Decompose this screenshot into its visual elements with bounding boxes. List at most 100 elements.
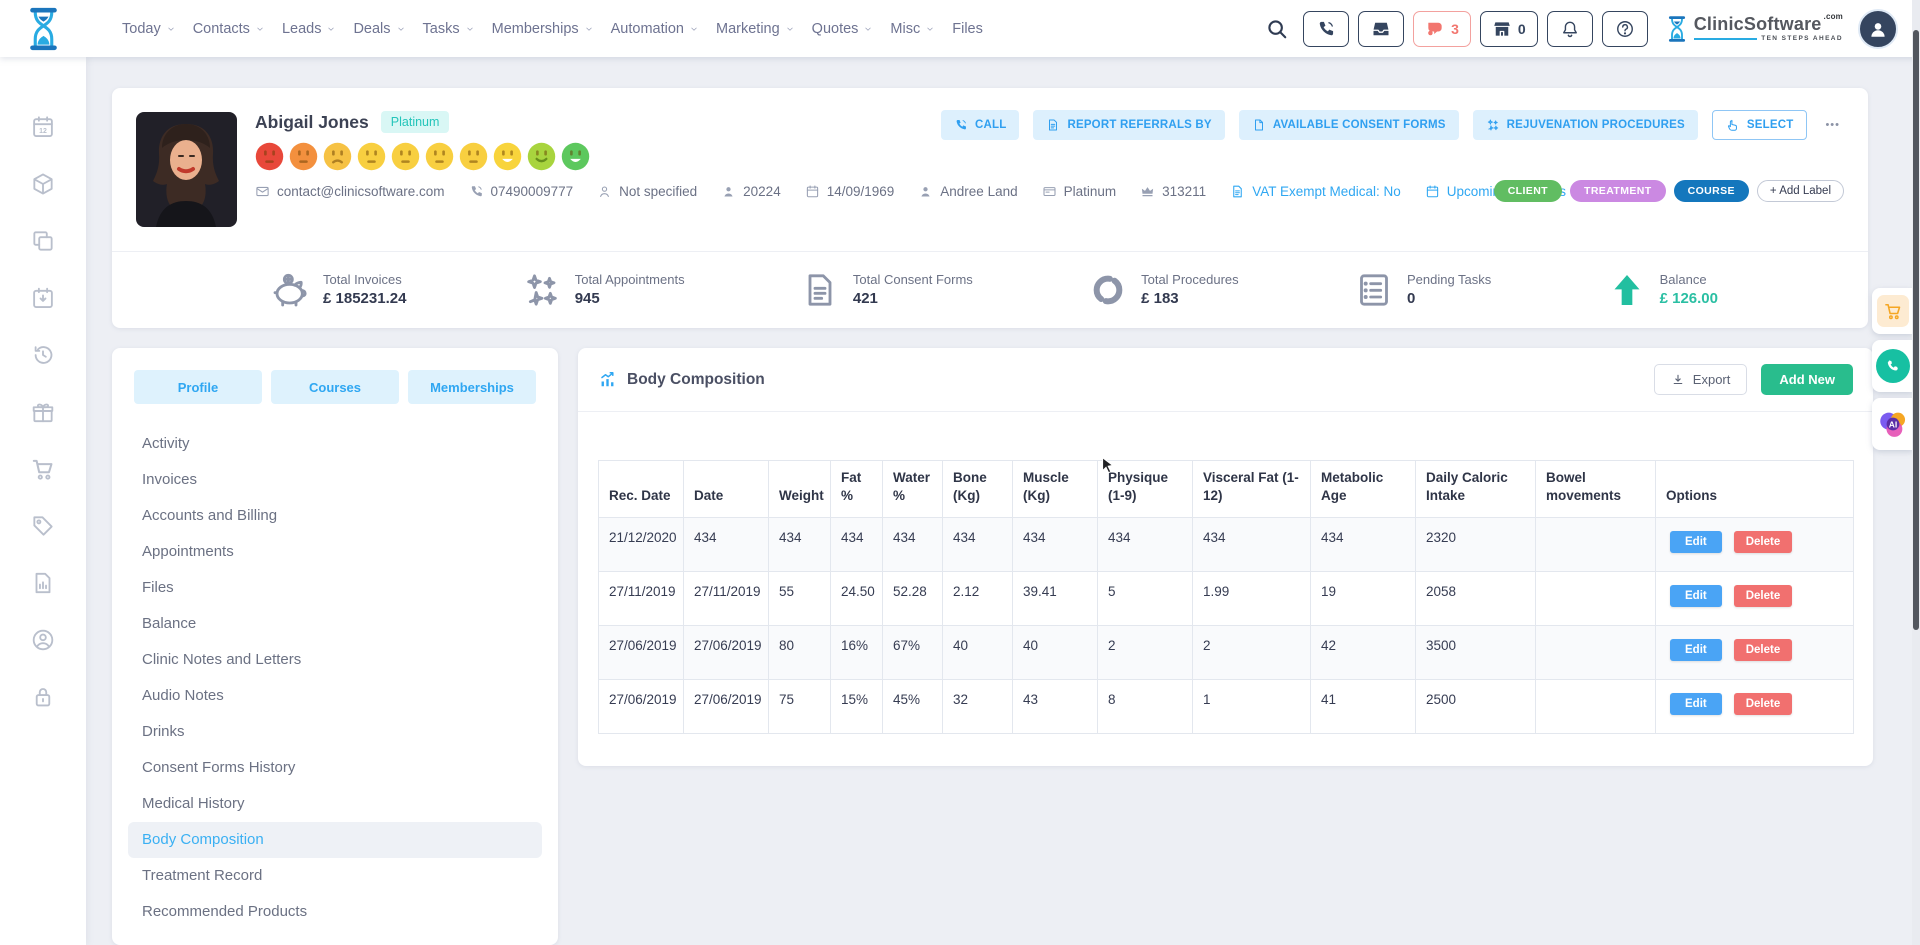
help-button[interactable] bbox=[1602, 11, 1648, 47]
chat-button[interactable]: 3 bbox=[1413, 11, 1471, 47]
select-button[interactable]: SELECT bbox=[1712, 110, 1808, 140]
sidebar-copy-icon[interactable] bbox=[30, 228, 56, 254]
search-icon[interactable] bbox=[1266, 18, 1288, 40]
delete-button[interactable]: Delete bbox=[1734, 693, 1793, 715]
tab-memberships[interactable]: Memberships bbox=[408, 370, 536, 404]
nav-item-misc[interactable]: Misc bbox=[888, 17, 937, 41]
table-cell-options: Edit Delete bbox=[1656, 626, 1854, 680]
menu-item-appointments[interactable]: Appointments bbox=[128, 534, 542, 570]
mood-face-6[interactable] bbox=[425, 142, 454, 171]
delete-button[interactable]: Delete bbox=[1734, 639, 1793, 661]
bell-button[interactable] bbox=[1547, 11, 1593, 47]
menu-item-invoices[interactable]: Invoices bbox=[128, 462, 542, 498]
sidebar-history-icon[interactable] bbox=[30, 342, 56, 368]
edit-button[interactable]: Edit bbox=[1670, 585, 1722, 607]
nav-item-label: Tasks bbox=[423, 21, 460, 37]
menu-item-clinic-notes-and-letters[interactable]: Clinic Notes and Letters bbox=[128, 642, 542, 678]
delete-button[interactable]: Delete bbox=[1734, 531, 1793, 553]
sidebar-gift-icon[interactable] bbox=[30, 399, 56, 425]
delete-button[interactable]: Delete bbox=[1734, 585, 1793, 607]
scrollbar-thumb[interactable] bbox=[1913, 30, 1919, 630]
mood-face-4[interactable] bbox=[357, 142, 386, 171]
shop-button[interactable]: 0 bbox=[1480, 11, 1538, 47]
contact-07490009777[interactable]: 07490009777 bbox=[469, 184, 574, 199]
tab-courses[interactable]: Courses bbox=[271, 370, 399, 404]
table-cell: 21/12/2020 bbox=[599, 518, 684, 572]
app-logo[interactable] bbox=[0, 0, 86, 57]
nav-item-label: Files bbox=[952, 21, 983, 37]
menu-item-files[interactable]: Files bbox=[128, 570, 542, 606]
sidebar-tag-icon[interactable] bbox=[30, 513, 56, 539]
nav-item-label: Automation bbox=[611, 21, 684, 37]
menu-item-activity[interactable]: Activity bbox=[128, 426, 542, 462]
nav-item-label: Today bbox=[122, 21, 161, 37]
nav-item-marketing[interactable]: Marketing bbox=[714, 17, 797, 41]
mood-face-3[interactable] bbox=[323, 142, 352, 171]
menu-item-treatment-record[interactable]: Treatment Record bbox=[128, 858, 542, 894]
contact-contact-clinicsoftware-com[interactable]: contact@clinicsoftware.com bbox=[255, 184, 445, 199]
menu-item-accounts-and-billing[interactable]: Accounts and Billing bbox=[128, 498, 542, 534]
mood-face-9[interactable] bbox=[527, 142, 556, 171]
sidebar-calendar-12-icon[interactable]: 12 bbox=[30, 114, 56, 140]
export-button[interactable]: Export bbox=[1654, 364, 1748, 395]
nav-item-leads[interactable]: Leads bbox=[280, 17, 339, 41]
menu-item-audio-notes[interactable]: Audio Notes bbox=[128, 678, 542, 714]
menu-item-drinks[interactable]: Drinks bbox=[128, 714, 542, 750]
add-new-button[interactable]: Add New bbox=[1761, 364, 1853, 395]
column-header-bowel-movements: Bowel movements bbox=[1536, 461, 1656, 518]
sidebar-calendar-import-icon[interactable] bbox=[30, 285, 56, 311]
available-consent-forms-button[interactable]: AVAILABLE CONSENT FORMS bbox=[1239, 110, 1459, 140]
sidebar-report-icon[interactable] bbox=[30, 570, 56, 596]
nav-item-tasks[interactable]: Tasks bbox=[421, 17, 477, 41]
column-header-daily-caloric-intake: Daily Caloric Intake bbox=[1416, 461, 1536, 518]
report-referrals-by-button[interactable]: REPORT REFERRALS BY bbox=[1033, 110, 1224, 140]
mood-face-10[interactable] bbox=[561, 142, 590, 171]
mood-face-8[interactable] bbox=[493, 142, 522, 171]
rejuvenation-procedures-button[interactable]: REJUVENATION PROCEDURES bbox=[1473, 110, 1698, 140]
mood-face-1[interactable] bbox=[255, 142, 284, 171]
add-label-button[interactable]: + Add Label bbox=[1757, 180, 1844, 202]
icon-sidebar: 12 bbox=[0, 57, 86, 945]
menu-item-medical-history[interactable]: Medical History bbox=[128, 786, 542, 822]
mood-face-2[interactable] bbox=[289, 142, 318, 171]
sidebar-cube-icon[interactable] bbox=[30, 171, 56, 197]
nav-item-memberships[interactable]: Memberships bbox=[490, 17, 596, 41]
ai-widget[interactable]: AI bbox=[1872, 398, 1913, 450]
call-widget[interactable] bbox=[1872, 340, 1913, 392]
sidebar-user-lock-icon[interactable] bbox=[30, 627, 56, 653]
nav-item-today[interactable]: Today bbox=[120, 17, 178, 41]
call-button[interactable]: CALL bbox=[941, 110, 1019, 140]
menu-item-balance[interactable]: Balance bbox=[128, 606, 542, 642]
table-cell: 2 bbox=[1098, 626, 1193, 680]
menu-item-consent-forms-history[interactable]: Consent Forms History bbox=[128, 750, 542, 786]
edit-button[interactable]: Edit bbox=[1670, 639, 1722, 661]
cart-widget[interactable] bbox=[1872, 288, 1913, 334]
sidebar-lock-icon[interactable] bbox=[30, 684, 56, 710]
edit-button[interactable]: Edit bbox=[1670, 531, 1722, 553]
inbox-button[interactable] bbox=[1358, 11, 1404, 47]
table-cell bbox=[1536, 518, 1656, 572]
nav-item-deals[interactable]: Deals bbox=[351, 17, 407, 41]
nav-item-files[interactable]: Files bbox=[950, 17, 985, 41]
nav-item-automation[interactable]: Automation bbox=[609, 17, 701, 41]
more-options-button[interactable]: ••• bbox=[1821, 119, 1844, 131]
edit-button[interactable]: Edit bbox=[1670, 693, 1722, 715]
mood-face-5[interactable] bbox=[391, 142, 420, 171]
tab-profile[interactable]: Profile bbox=[134, 370, 262, 404]
menu-item-body-composition[interactable]: Body Composition bbox=[128, 822, 542, 858]
user-avatar-button[interactable] bbox=[1858, 9, 1898, 49]
store-icon bbox=[1492, 19, 1512, 39]
table-cell: 2 bbox=[1193, 626, 1311, 680]
brand-tld: .com bbox=[1824, 13, 1843, 21]
mood-face-7[interactable] bbox=[459, 142, 488, 171]
nav-item-quotes[interactable]: Quotes bbox=[810, 17, 876, 41]
nav-item-label: Marketing bbox=[716, 21, 780, 37]
column-header-rec-date: Rec. Date bbox=[599, 461, 684, 518]
menu-item-recommended-products[interactable]: Recommended Products bbox=[128, 894, 542, 930]
svg-text:12: 12 bbox=[39, 128, 47, 135]
phone-button[interactable] bbox=[1303, 11, 1349, 47]
sidebar-cart-icon[interactable] bbox=[30, 456, 56, 482]
label-course: COURSE bbox=[1674, 180, 1749, 202]
stat-label: Total Consent Forms bbox=[853, 272, 973, 287]
nav-item-contacts[interactable]: Contacts bbox=[191, 17, 267, 41]
